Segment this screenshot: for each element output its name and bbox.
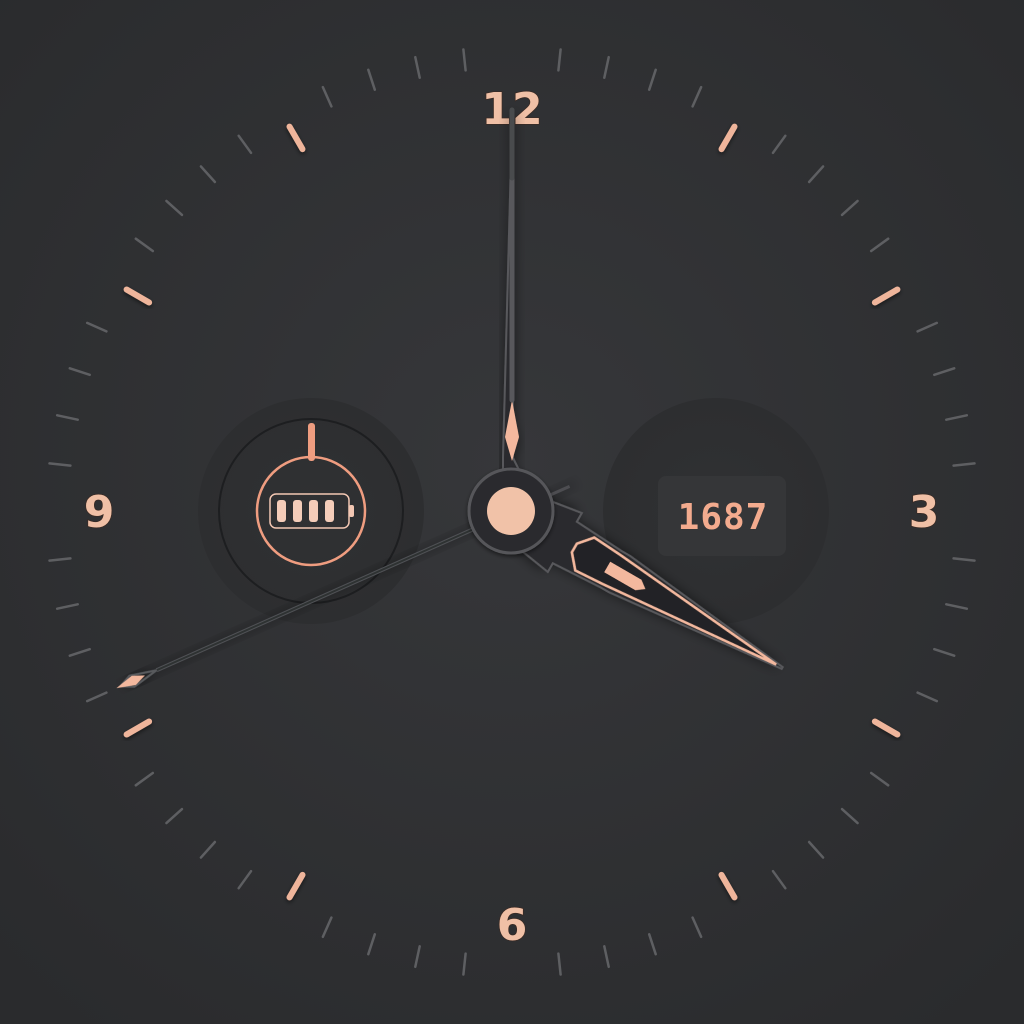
steps-value: 1687 xyxy=(678,497,769,538)
battery-pointer xyxy=(308,423,315,461)
battery-level-bar xyxy=(309,500,318,522)
battery-level-bar xyxy=(293,500,302,522)
battery-level-bar xyxy=(277,500,286,522)
numeral-9: 9 xyxy=(84,487,115,538)
numeral-3: 3 xyxy=(909,487,940,538)
numeral-6: 6 xyxy=(497,900,528,951)
watch-face: 12 3 6 9 1687 xyxy=(0,0,1024,1024)
center-cap xyxy=(467,467,555,555)
battery-level-bar xyxy=(325,500,334,522)
battery-complication[interactable] xyxy=(198,398,424,624)
